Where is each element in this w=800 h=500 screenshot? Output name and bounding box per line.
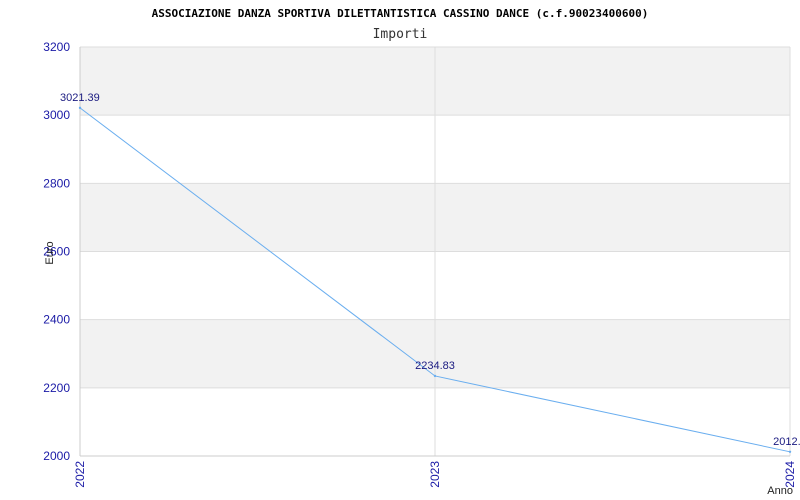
y-tick-label: 3000 — [43, 108, 70, 122]
x-axis-ticks: 2022 2023 2024 — [73, 461, 797, 488]
y-tick-label: 2200 — [43, 381, 70, 395]
x-tick-label: 2023 — [428, 461, 442, 488]
data-point — [433, 374, 437, 378]
data-label: 2234.83 — [415, 360, 455, 372]
y-tick-label: 2400 — [43, 313, 70, 327]
y-tick-label: 3200 — [43, 40, 70, 54]
data-point — [788, 450, 792, 454]
data-label: 3021.39 — [60, 92, 100, 104]
x-tick-label: 2024 — [783, 461, 797, 488]
chart-subtitle: Importi — [373, 27, 428, 42]
y-tick-label: 2800 — [43, 176, 70, 190]
data-label: 2012.3 — [773, 436, 800, 448]
line-chart: ASSOCIAZIONE DANZA SPORTIVA DILETTANTIST… — [43, 7, 800, 497]
chart-title: ASSOCIAZIONE DANZA SPORTIVA DILETTANTIST… — [152, 7, 649, 20]
x-tick-label: 2022 — [73, 461, 87, 488]
data-point — [78, 106, 82, 110]
x-axis-label: Anno — [767, 485, 793, 497]
y-axis-label: Euro — [44, 241, 56, 264]
y-tick-label: 2000 — [43, 449, 70, 463]
